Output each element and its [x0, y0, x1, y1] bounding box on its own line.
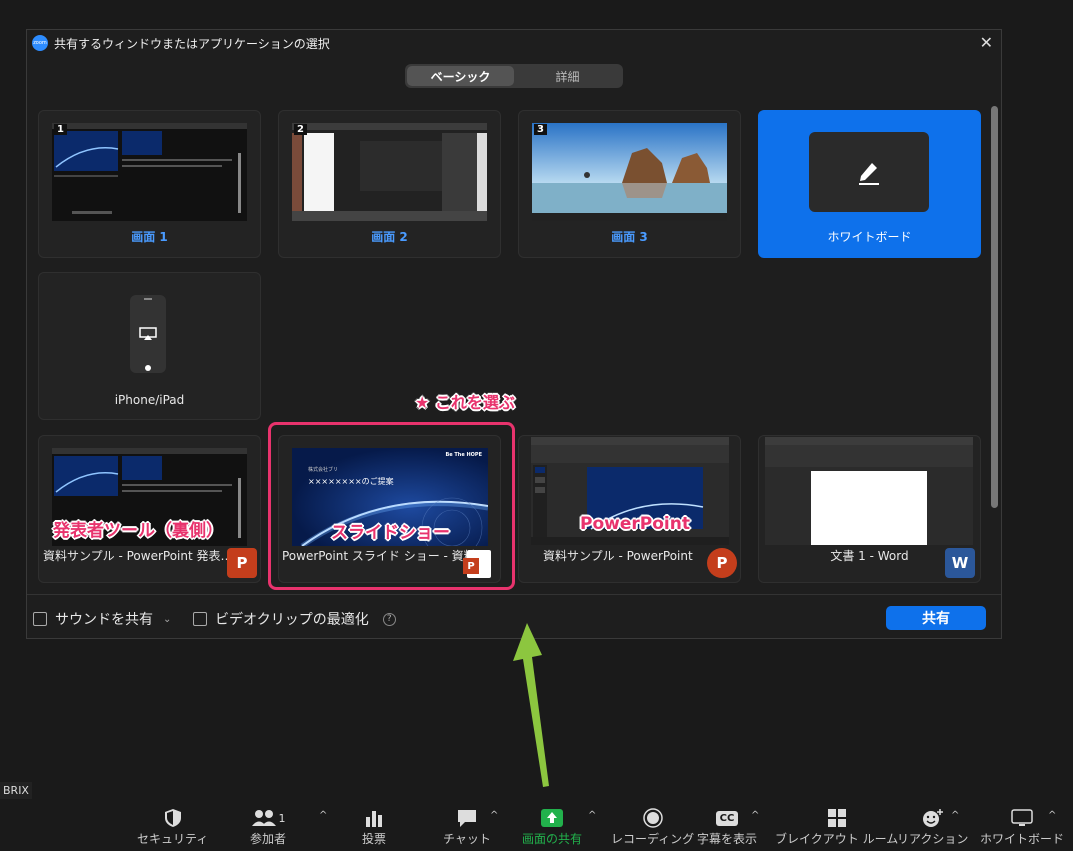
side-label: BRIX: [0, 782, 32, 799]
share-screen-icon: [540, 806, 564, 830]
participants-caret-icon[interactable]: ^: [319, 810, 327, 821]
shield-icon: [164, 806, 182, 830]
iphone-ipad-label: iPhone/iPad: [114, 393, 185, 407]
toolbar-participants[interactable]: 1 参加者: [250, 806, 286, 847]
captions-caret-icon[interactable]: ^: [751, 810, 759, 821]
screen-2-thumbnail: 2: [292, 123, 487, 221]
tab-switcher: ベーシック 詳細: [405, 64, 623, 88]
presenter-tool-annotation: 発表者ツール（裏側）: [53, 521, 223, 541]
reactions-caret-icon[interactable]: ^: [951, 810, 959, 821]
breakout-rooms-icon: [827, 806, 847, 830]
word-thumbnail: [765, 437, 973, 545]
toolbar-breakout-rooms-label: ブレイクアウト ルーム: [775, 832, 899, 846]
toolbar-participants-label: 参加者: [250, 832, 287, 846]
screen-2-label: 画面 2: [371, 230, 408, 244]
screen-3-thumbnail: 3: [532, 123, 727, 221]
screen-3-number: 3: [534, 124, 547, 135]
app-powerpoint-label: 資料サンプル - PowerPoint: [543, 549, 693, 563]
screen-3-label: 画面 3: [611, 230, 648, 244]
toolbar-chat[interactable]: チャット: [443, 806, 491, 847]
powerpoint-icon: P: [707, 548, 737, 578]
optimize-video-checkbox[interactable]: [193, 612, 207, 626]
app-presenter-view-label: 資料サンプル - PowerPoint 発表…: [43, 549, 233, 563]
screen-1-label: 画面 1: [131, 230, 168, 244]
airplay-icon: [139, 327, 157, 340]
toolbar-polls-label: 投票: [362, 832, 387, 846]
toolbar-share-screen[interactable]: 画面の共有: [522, 806, 582, 847]
choose-this-annotation: ★ これを選ぶ: [415, 393, 515, 412]
toolbar-security[interactable]: セキュリティ: [137, 806, 208, 847]
share-caret-icon[interactable]: ^: [588, 810, 596, 821]
powerpoint-icon: P: [227, 548, 257, 578]
whiteboard-caret-icon[interactable]: ^: [1048, 810, 1056, 821]
share-sound-option[interactable]: サウンドを共有 ⌄: [33, 609, 171, 629]
whiteboard-card[interactable]: ホワイトボード: [758, 110, 981, 258]
pen-icon: [859, 163, 879, 185]
close-icon[interactable]: ✕: [980, 33, 993, 52]
screen-1-number: 1: [54, 124, 67, 135]
chat-caret-icon[interactable]: ^: [490, 810, 498, 821]
toolbar-chat-label: チャット: [443, 832, 491, 846]
phone-icon: [130, 295, 166, 373]
screen-1-card[interactable]: 1 画面 1: [38, 110, 261, 258]
window-title: 共有するウィンドウまたはアプリケーションの選択: [54, 36, 330, 51]
title-bar: zoom 共有するウィンドウまたはアプリケーションの選択 ✕: [27, 30, 1001, 56]
footer-divider: [27, 594, 1001, 595]
scrollbar[interactable]: [991, 106, 998, 508]
whiteboard-label: ホワイトボード: [827, 230, 912, 244]
selection-highlight: [268, 422, 515, 590]
share-sound-label: サウンドを共有: [55, 612, 153, 628]
whiteboard-icon: [1011, 806, 1033, 830]
chevron-down-icon[interactable]: ⌄: [163, 614, 171, 625]
screen-3-card[interactable]: 3 画面 3: [518, 110, 741, 258]
screen-2-card[interactable]: 2 画面 2: [278, 110, 501, 258]
slideshow-annotation: スライドショー: [331, 523, 450, 543]
toolbar-whiteboards-label: ホワイトボード: [980, 832, 1065, 846]
toolbar-reactions-label: リアクション: [897, 832, 969, 846]
app-word-card[interactable]: 文書 1 - Word W: [758, 435, 981, 583]
optimize-video-label: ビデオクリップの最適化: [215, 612, 369, 628]
toolbar-record[interactable]: レコーディング: [611, 806, 694, 847]
toolbar-captions[interactable]: CC 字幕を表示: [697, 806, 757, 847]
toolbar-polls[interactable]: 投票: [362, 806, 386, 847]
toolbar-breakout-rooms[interactable]: ブレイクアウト ルーム: [775, 806, 898, 847]
toolbar-record-label: レコーディング: [611, 832, 695, 846]
chat-icon: [456, 806, 478, 830]
optimize-video-option[interactable]: ビデオクリップの最適化 ?: [193, 609, 396, 629]
app-presenter-view-card[interactable]: 資料サンプル - PowerPoint 発表… P: [38, 435, 261, 583]
smiley-icon: [922, 806, 944, 830]
iphone-ipad-card[interactable]: iPhone/iPad: [38, 272, 261, 420]
app-powerpoint-card[interactable]: 資料サンプル - PowerPoint P: [518, 435, 741, 583]
zoom-logo-icon: zoom: [32, 35, 48, 51]
record-icon: [642, 806, 663, 830]
powerpoint-annotation: PowerPoint: [580, 514, 690, 534]
participants-icon: 1: [251, 806, 286, 830]
green-arrow-icon: [513, 623, 549, 787]
screen-2-number: 2: [294, 124, 307, 135]
tab-advanced[interactable]: 詳細: [514, 66, 621, 86]
word-icon: W: [945, 548, 975, 578]
participants-count: 1: [278, 811, 286, 825]
poll-icon: [365, 806, 383, 830]
toolbar-captions-label: 字幕を表示: [697, 832, 758, 846]
toolbar-share-screen-label: 画面の共有: [522, 832, 583, 846]
screen-1-thumbnail: 1: [52, 123, 247, 221]
toolbar-security-label: セキュリティ: [137, 832, 209, 846]
help-icon[interactable]: ?: [382, 612, 396, 626]
share-button[interactable]: 共有: [886, 606, 986, 630]
cc-icon: CC: [715, 806, 739, 830]
share-sound-checkbox[interactable]: [33, 612, 47, 626]
whiteboard-preview: [809, 132, 929, 212]
tab-basic[interactable]: ベーシック: [407, 66, 514, 86]
